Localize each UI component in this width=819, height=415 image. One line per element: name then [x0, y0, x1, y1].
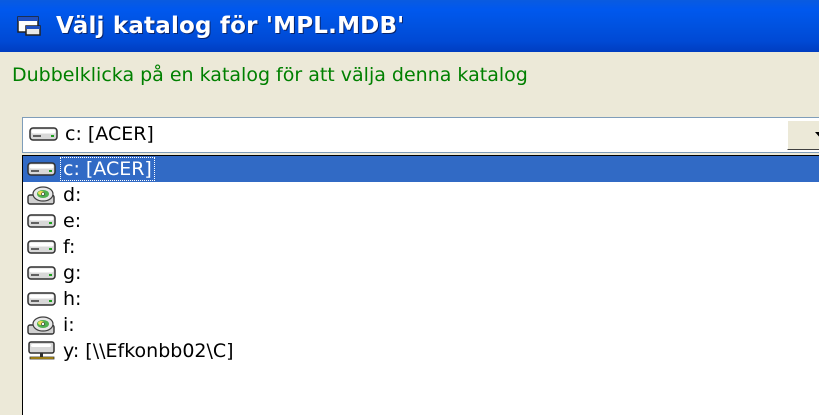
- combo-selected-value: c: [ACER]: [29, 123, 154, 145]
- drive-item-y[interactable]: y: [\\Efkonbb02\C]: [23, 338, 819, 364]
- dropdown-button[interactable]: [787, 120, 819, 150]
- drive-item-label: f:: [63, 236, 76, 258]
- drive-item-label: i:: [63, 314, 75, 336]
- dialog-app-icon: [17, 16, 41, 36]
- drive-item-i[interactable]: i:: [23, 312, 819, 338]
- dropdown-arrow-icon: [815, 132, 819, 140]
- drive-item-label: y: [\\Efkonbb02\C]: [63, 340, 234, 362]
- hard-drive-icon: [27, 289, 57, 309]
- drive-combobox[interactable]: c: [ACER]: [22, 117, 819, 153]
- title-bar[interactable]: Välj katalog för 'MPL.MDB': [0, 0, 819, 52]
- drive-item-f[interactable]: f:: [23, 234, 819, 260]
- cd-drive-icon: [27, 185, 57, 205]
- drive-item-label: d:: [63, 184, 82, 206]
- drive-item-label: h:: [63, 288, 82, 310]
- drive-item-label: e:: [63, 210, 82, 232]
- drive-item-e[interactable]: e:: [23, 208, 819, 234]
- drive-item-c[interactable]: c: [ACER]: [23, 156, 819, 182]
- drive-item-d[interactable]: d:: [23, 182, 819, 208]
- network-drive-icon: [27, 341, 57, 361]
- hard-drive-icon: [27, 211, 57, 231]
- drive-item-label: g:: [63, 262, 82, 284]
- hard-drive-icon: [27, 159, 57, 179]
- window-title: Välj katalog för 'MPL.MDB': [56, 13, 405, 39]
- drive-item-h[interactable]: h:: [23, 286, 819, 312]
- hard-drive-icon: [27, 263, 57, 283]
- drive-dropdown-list[interactable]: c: [ACER] d: e: f: g: h: i: y: [\\Efkonb…: [22, 155, 819, 415]
- cd-drive-icon: [27, 315, 57, 335]
- drive-item-g[interactable]: g:: [23, 260, 819, 286]
- hard-drive-icon: [29, 124, 59, 144]
- hard-drive-icon: [27, 237, 57, 257]
- combo-selected-label: c: [ACER]: [65, 123, 154, 145]
- instruction-text: Dubbelklicka på en katalog för att välja…: [12, 64, 528, 86]
- drive-item-label: c: [ACER]: [60, 157, 155, 181]
